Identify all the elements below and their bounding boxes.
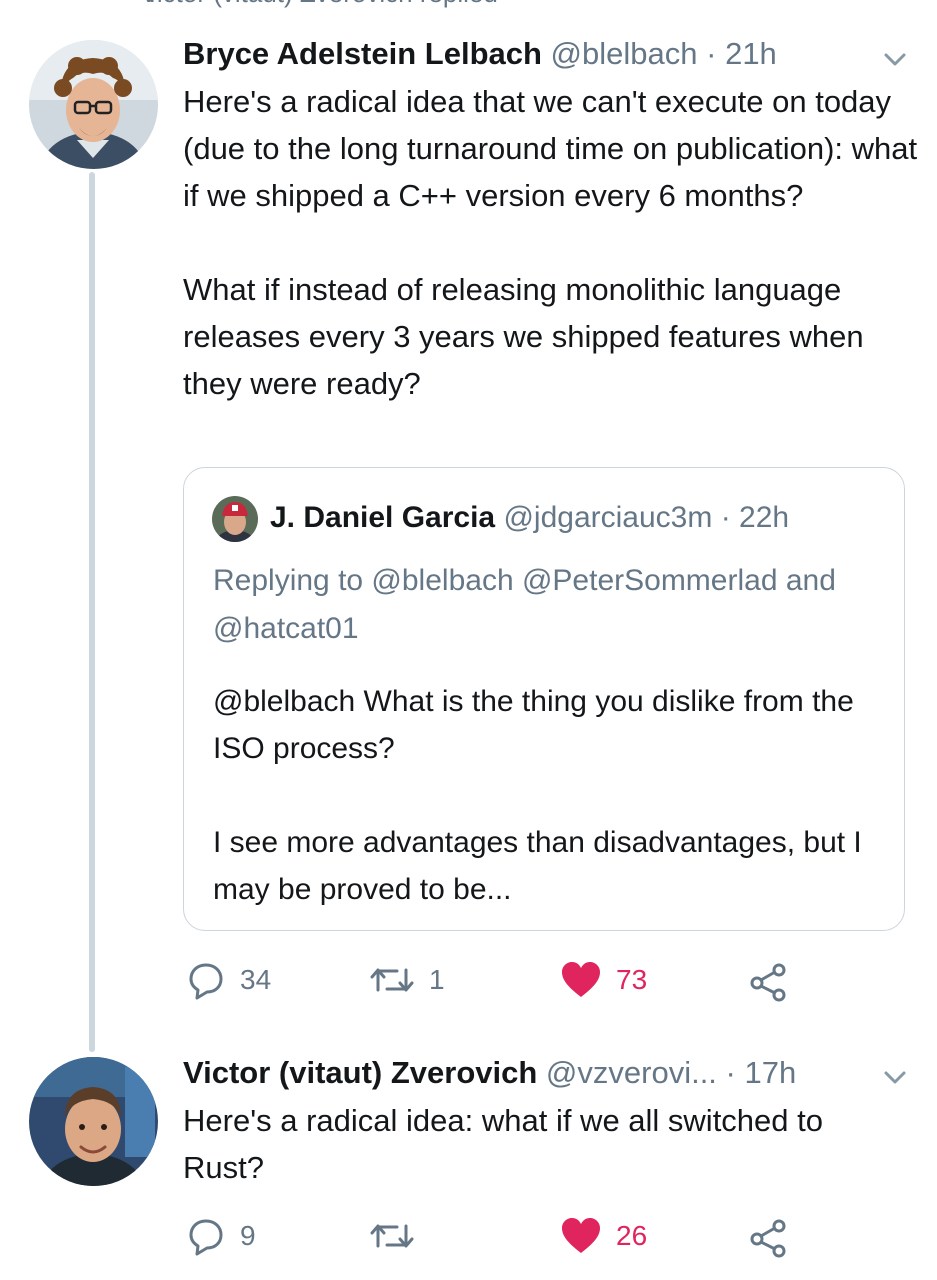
reply-button[interactable]: 34 (186, 960, 271, 1000)
like-button[interactable]: 26 (560, 1216, 647, 1256)
reply-icon (186, 1216, 226, 1256)
timestamp[interactable]: 21h (725, 36, 777, 71)
tweet-paragraph: What if instead of releasing monolithic … (183, 272, 864, 401)
avatar-victor[interactable] (29, 1057, 158, 1186)
share-button[interactable] (748, 1218, 788, 1258)
chevron-down-icon[interactable] (880, 44, 910, 74)
share-button[interactable] (748, 962, 788, 1002)
reply-count: 9 (240, 1220, 256, 1251)
separator-dot: · (725, 1055, 736, 1090)
reply-button[interactable]: 9 (186, 1216, 256, 1256)
quoted-paragraph: @blelbach What is the thing you dislike … (213, 685, 854, 765)
quoted-timestamp: 22h (739, 501, 790, 534)
quoted-paragraph: I see more advantages than disadvantages… (213, 826, 862, 906)
like-count: 73 (616, 964, 648, 995)
author-handle[interactable]: @vzverovi... (546, 1055, 717, 1090)
tweet-header: Victor (vitaut) Zverovich @vzverovi... ·… (183, 1053, 796, 1093)
reply-icon (186, 960, 226, 1000)
quoted-tweet-card[interactable]: J. Daniel Garcia @jdgarciauc3m · 22h Rep… (183, 467, 905, 931)
author-name[interactable]: Victor (vitaut) Zverovich (183, 1055, 537, 1090)
share-icon (748, 962, 788, 1002)
conversation-context: Victor (vitaut) Zverovich replied (140, 0, 498, 9)
heart-filled-icon (560, 1216, 602, 1256)
tweet-paragraph: Here's a radical idea that we can't exec… (183, 84, 918, 213)
tweet-text: Here's a radical idea: what if we all sw… (183, 1103, 823, 1185)
avatar-bryce[interactable] (29, 40, 158, 169)
separator-dot: · (720, 501, 731, 534)
share-icon (748, 1218, 788, 1258)
retweet-button[interactable]: 1 (369, 960, 445, 1000)
replying-to: Replying to @blelbach @PeterSommerlad an… (213, 564, 836, 645)
like-count: 26 (616, 1220, 648, 1251)
retweet-button[interactable] (369, 1216, 429, 1256)
chevron-down-icon[interactable] (880, 1062, 910, 1092)
heart-filled-icon (560, 960, 602, 1000)
tweet-header: Bryce Adelstein Lelbach @blelbach · 21h (183, 34, 777, 74)
tweet-text: Here's a radical idea that we can't exec… (183, 78, 918, 407)
quoted-tweet-text: @blelbach What is the thing you dislike … (213, 678, 883, 913)
quoted-author-handle: @jdgarciauc3m (503, 501, 713, 534)
retweet-icon (369, 1216, 415, 1256)
like-button[interactable]: 73 (560, 960, 647, 1000)
retweet-count: 1 (429, 964, 445, 995)
author-handle[interactable]: @blelbach (551, 36, 698, 71)
thread-line (89, 172, 95, 1052)
quoted-tweet-header: J. Daniel Garcia @jdgarciauc3m · 22h (270, 498, 789, 538)
retweet-icon (369, 960, 415, 1000)
author-name[interactable]: Bryce Adelstein Lelbach (183, 36, 542, 71)
avatar-jdgarcia (212, 496, 258, 542)
separator-dot: · (706, 36, 717, 71)
reply-count: 34 (240, 964, 272, 995)
quoted-author-name: J. Daniel Garcia (270, 501, 496, 534)
timestamp[interactable]: 17h (745, 1055, 797, 1090)
